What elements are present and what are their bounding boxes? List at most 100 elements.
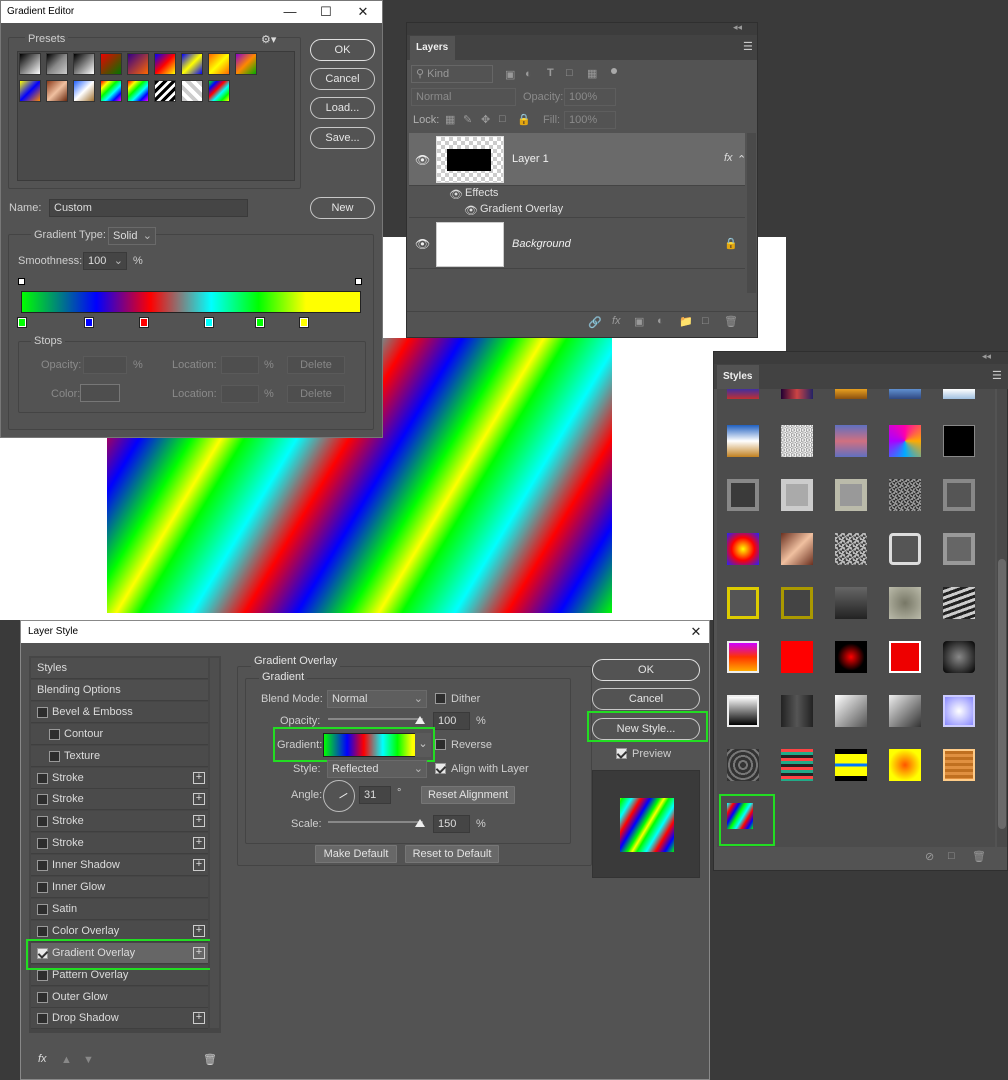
color-stop[interactable] bbox=[204, 317, 214, 328]
style-wood[interactable] bbox=[943, 749, 975, 781]
style-light-bar[interactable] bbox=[943, 389, 975, 399]
style-red-square[interactable] bbox=[889, 641, 921, 673]
style-red-solid[interactable] bbox=[781, 641, 813, 673]
effect-checkbox[interactable] bbox=[37, 860, 48, 872]
delete-color-stop-button[interactable]: Delete bbox=[287, 385, 345, 403]
visibility-eye-icon[interactable]: 👁 bbox=[415, 153, 430, 167]
lock-transparent-icon[interactable]: ▦ bbox=[445, 113, 455, 126]
color-stop[interactable] bbox=[299, 317, 309, 328]
close-icon[interactable]: ✕ bbox=[345, 1, 381, 23]
add-effect-instance-icon[interactable]: + bbox=[193, 924, 205, 937]
collapse-effects-icon[interactable]: ⌃ bbox=[737, 153, 746, 166]
style-gray-bevel[interactable] bbox=[727, 479, 759, 511]
add-effect-fx-icon[interactable]: fx bbox=[38, 1053, 47, 1065]
style-list-item[interactable]: Contour bbox=[31, 723, 208, 745]
styles-collapse-icon[interactable]: ◂◂ bbox=[982, 351, 991, 362]
fill-field[interactable]: 100% bbox=[564, 111, 616, 129]
cancel-button[interactable]: Cancel bbox=[310, 68, 375, 90]
style-gold-frame-2[interactable] bbox=[781, 587, 813, 619]
style-red-star[interactable] bbox=[835, 641, 867, 673]
style-white-black[interactable] bbox=[727, 695, 759, 727]
styles-menu-icon[interactable]: ☰ bbox=[992, 369, 1002, 382]
load-button[interactable]: Load... bbox=[310, 97, 375, 119]
color-stop[interactable] bbox=[139, 317, 149, 328]
color-stop[interactable] bbox=[17, 317, 27, 328]
lock-all-icon[interactable]: 🔒 bbox=[517, 113, 531, 126]
add-effect-instance-icon[interactable]: + bbox=[193, 837, 205, 850]
maximize-icon[interactable]: ☐ bbox=[308, 1, 344, 23]
style-prism[interactable] bbox=[889, 425, 921, 457]
minimize-icon[interactable]: — bbox=[272, 1, 308, 23]
ok-button[interactable]: OK bbox=[592, 659, 700, 681]
color-stop[interactable] bbox=[255, 317, 265, 328]
gear-icon[interactable]: ⚙▾ bbox=[261, 33, 276, 46]
effects-eye-icon[interactable]: 👁 bbox=[449, 188, 463, 201]
blend-mode-select[interactable]: Normal bbox=[411, 88, 516, 106]
add-style-icon[interactable]: fx bbox=[612, 315, 621, 327]
new-button[interactable]: New bbox=[310, 197, 375, 219]
preset-orange-yellow[interactable] bbox=[208, 53, 230, 75]
scale-slider-track[interactable] bbox=[328, 821, 423, 823]
style-list-item[interactable]: Texture bbox=[31, 745, 208, 767]
style-list-item[interactable]: Outer Glow bbox=[31, 986, 208, 1008]
scale-field[interactable]: 150 bbox=[433, 815, 470, 833]
filter-toggle-icon[interactable] bbox=[611, 68, 617, 74]
style-blue-glow[interactable] bbox=[943, 695, 975, 727]
opacity-slider-thumb[interactable] bbox=[415, 716, 425, 724]
preset-violet-orange[interactable] bbox=[127, 53, 149, 75]
styles-scroll-thumb[interactable] bbox=[998, 559, 1006, 829]
style-list-item[interactable]: Styles bbox=[31, 658, 208, 679]
opacity-stop-right[interactable] bbox=[355, 278, 362, 285]
new-group-icon[interactable]: 📁 bbox=[679, 315, 693, 328]
align-with-layer-checkbox[interactable] bbox=[435, 763, 446, 774]
preset-transparent-stripes[interactable] bbox=[181, 80, 203, 102]
angle-field[interactable]: 31 bbox=[359, 786, 391, 804]
layer-fx-indicator[interactable]: fx bbox=[724, 152, 733, 164]
preset-chrome[interactable] bbox=[73, 80, 95, 102]
style-blue-bar[interactable] bbox=[889, 389, 921, 399]
filter-shape-icon[interactable]: □ bbox=[566, 67, 573, 79]
preset-custom-rainbow[interactable] bbox=[208, 80, 230, 102]
style-select[interactable]: Reflected ⌄ bbox=[327, 760, 427, 778]
preset-copper[interactable] bbox=[46, 80, 68, 102]
style-dark-mix[interactable] bbox=[781, 389, 813, 399]
style-silver[interactable] bbox=[835, 695, 867, 727]
style-light-bevel[interactable] bbox=[781, 479, 813, 511]
layer-row-layer1[interactable]: 👁 Layer 1 fx ⌃ bbox=[409, 133, 746, 186]
lock-artboard-icon[interactable]: □ bbox=[499, 113, 506, 125]
style-sunset[interactable] bbox=[727, 641, 759, 673]
style-black-button[interactable] bbox=[943, 641, 975, 673]
stop-opacity-location-field[interactable] bbox=[221, 356, 259, 374]
style-rough-dark[interactable] bbox=[889, 479, 921, 511]
move-down-icon[interactable]: ▼ bbox=[83, 1054, 94, 1066]
cancel-button[interactable]: Cancel bbox=[592, 688, 700, 710]
styles-tab[interactable]: Styles bbox=[717, 365, 759, 389]
delete-effect-icon[interactable]: 🗑 bbox=[203, 1053, 217, 1066]
effect-checkbox[interactable] bbox=[37, 794, 48, 806]
style-black-box[interactable] bbox=[943, 425, 975, 457]
new-fill-layer-icon[interactable]: ◐ bbox=[657, 315, 664, 327]
style-list-item[interactable]: Blending Options bbox=[31, 679, 208, 701]
delete-style-icon[interactable]: 🗑 bbox=[972, 850, 986, 863]
opacity-slider-track[interactable] bbox=[328, 718, 423, 720]
style-dark-gloss[interactable] bbox=[835, 587, 867, 619]
add-effect-instance-icon[interactable]: + bbox=[193, 859, 205, 872]
add-effect-instance-icon[interactable]: + bbox=[193, 771, 205, 784]
layer-style-close-icon[interactable]: ✕ bbox=[681, 621, 711, 643]
reverse-checkbox[interactable] bbox=[435, 739, 446, 750]
style-list-item[interactable]: Stroke + bbox=[31, 789, 208, 811]
layer-row-background[interactable]: 👁 Background 🔒 bbox=[409, 219, 745, 269]
preset-blue-yellow-blue[interactable] bbox=[181, 53, 203, 75]
effect-checkbox[interactable] bbox=[37, 882, 48, 893]
gradient-bar[interactable] bbox=[21, 291, 361, 313]
style-black-glass[interactable] bbox=[781, 695, 813, 727]
effects-row[interactable]: 👁 Effects 👁 Gradient Overlay bbox=[409, 187, 745, 218]
reset-alignment-button[interactable]: Reset Alignment bbox=[421, 786, 515, 804]
new-style-icon[interactable]: □ bbox=[948, 850, 955, 862]
reset-to-default-button[interactable]: Reset to Default bbox=[405, 845, 499, 863]
save-button[interactable]: Save... bbox=[310, 127, 375, 149]
preset-violet-green[interactable] bbox=[235, 53, 257, 75]
style-list-item[interactable]: Drop Shadow + bbox=[31, 1008, 208, 1030]
style-wave[interactable] bbox=[943, 587, 975, 619]
delete-layer-icon[interactable]: 🗑 bbox=[724, 315, 738, 328]
